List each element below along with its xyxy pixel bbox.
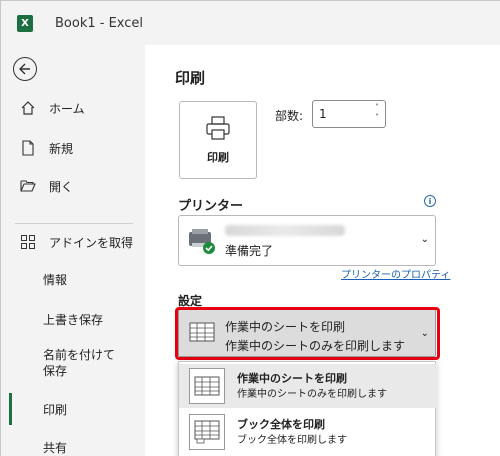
sidebar-item-home[interactable]: ホーム xyxy=(1,99,145,117)
chevron-down-icon: ⌄ xyxy=(420,234,429,245)
printer-name-redacted xyxy=(225,225,345,236)
printer-device-icon xyxy=(189,229,215,254)
copies-value: 1 xyxy=(319,107,327,121)
sidebar-item-open[interactable]: 開く xyxy=(1,177,145,195)
folder-icon xyxy=(19,177,37,195)
print-button[interactable]: 印刷 xyxy=(179,101,257,179)
page-title: 印刷 xyxy=(175,69,206,87)
workbook-icon xyxy=(189,414,225,450)
excel-logo-icon: X xyxy=(17,14,33,32)
sidebar-item-share[interactable]: 共有 xyxy=(1,439,145,456)
back-button[interactable] xyxy=(13,57,37,81)
info-icon[interactable]: i xyxy=(424,195,436,207)
option-description: ブック全体を印刷します xyxy=(237,435,347,446)
sidebar-divider xyxy=(15,223,133,224)
copies-input[interactable]: 1 ˄ ˅ xyxy=(312,100,386,128)
option-description: 作業中のシートのみを印刷します xyxy=(237,389,387,400)
sidebar-item-save-as[interactable]: 名前を付けて保存 xyxy=(1,347,121,379)
backstage-sidebar: ホーム 新規 開く アドインを取得 情報 上書き保存 名前を付けて保存 印刷 共… xyxy=(1,45,145,456)
sidebar-item-info[interactable]: 情報 xyxy=(1,271,145,288)
sheet-icon xyxy=(189,368,225,404)
sidebar-item-new[interactable]: 新規 xyxy=(1,139,145,157)
printer-heading: プリンター xyxy=(178,199,244,214)
window-title: Book1 - Excel xyxy=(55,15,144,31)
sidebar-item-label: 新規 xyxy=(49,141,74,156)
sidebar-item-label: ホーム xyxy=(49,101,85,116)
sidebar-item-save[interactable]: 上書き保存 xyxy=(1,311,145,328)
sidebar-item-label: 開く xyxy=(49,179,74,194)
print-pane: 印刷 印刷 部数: 1 ˄ ˅ プリンター i 準備完了 ⌄ プリンターのプロパテ… xyxy=(145,45,500,456)
home-icon xyxy=(19,99,37,117)
sidebar-item-get-addins[interactable]: アドインを取得 xyxy=(1,233,145,251)
printer-select[interactable]: 準備完了 ⌄ xyxy=(178,215,436,266)
sidebar-item-label: 印刷 xyxy=(43,403,68,417)
back-arrow-icon xyxy=(19,63,30,75)
copies-spinner[interactable]: ˄ ˅ xyxy=(375,103,379,123)
dropdown-option-entire-workbook[interactable]: ブック全体を印刷 ブック全体を印刷します xyxy=(179,410,437,454)
highlight-frame xyxy=(175,307,440,360)
print-what-dropdown: 作業中のシートを印刷 作業中のシートのみを印刷します ブック全体を印刷 ブック全… xyxy=(178,361,437,456)
option-title: 作業中のシートを印刷 xyxy=(237,372,347,385)
sidebar-item-print[interactable]: 印刷 xyxy=(1,393,145,425)
copies-label: 部数: xyxy=(275,109,304,123)
new-document-icon xyxy=(19,139,37,157)
print-button-label: 印刷 xyxy=(207,151,229,164)
addins-grid-icon xyxy=(19,233,37,251)
option-title: ブック全体を印刷 xyxy=(237,418,325,431)
dropdown-option-active-sheets[interactable]: 作業中のシートを印刷 作業中のシートのみを印刷します xyxy=(179,364,437,408)
printer-properties-link[interactable]: プリンターのプロパティ xyxy=(341,266,450,281)
printer-icon xyxy=(206,116,230,140)
title-bar: X Book1 - Excel xyxy=(1,1,500,45)
active-indicator xyxy=(9,393,12,425)
sidebar-item-label: アドインを取得 xyxy=(49,235,134,250)
printer-status: 準備完了 xyxy=(225,244,274,258)
